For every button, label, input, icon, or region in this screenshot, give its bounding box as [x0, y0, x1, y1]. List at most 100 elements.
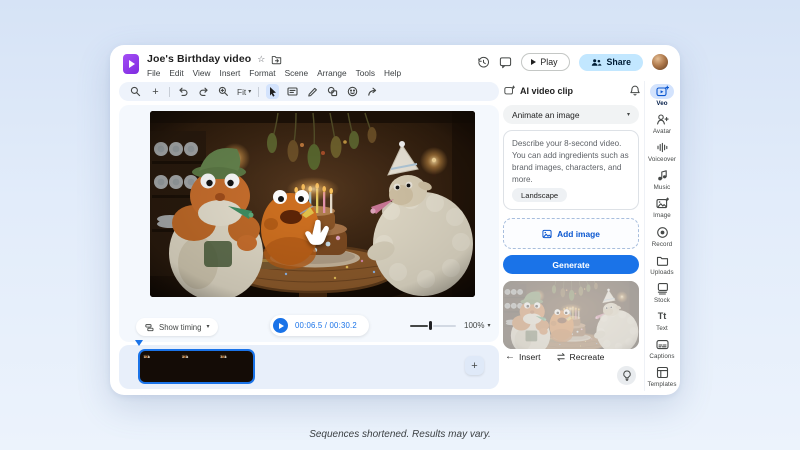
- move-folder-icon[interactable]: [271, 54, 282, 65]
- show-timing-label: Show timing: [159, 323, 201, 332]
- rail-item-templates[interactable]: Templates: [645, 363, 679, 391]
- zoom-slider[interactable]: [410, 321, 456, 330]
- undo-icon[interactable]: [177, 84, 190, 99]
- templates-icon: [656, 366, 669, 379]
- video-canvas[interactable]: [150, 111, 475, 297]
- recreate-button[interactable]: Recreate: [556, 352, 605, 362]
- account-avatar[interactable]: [652, 54, 668, 70]
- vids-app-icon[interactable]: [123, 54, 139, 74]
- insert-button[interactable]: ← Insert: [505, 352, 541, 362]
- record-icon: [656, 226, 669, 239]
- rail-label: Text: [656, 325, 668, 332]
- rail-item-record[interactable]: Record: [645, 222, 679, 250]
- zoom-tool-icon[interactable]: [217, 84, 230, 99]
- folder-icon: [656, 254, 669, 267]
- people-icon: [591, 58, 602, 67]
- chevron-down-icon: ▾: [627, 112, 630, 118]
- veo-video-icon: [656, 85, 669, 98]
- rail-label: Record: [652, 241, 673, 248]
- menu-insert[interactable]: Insert: [220, 68, 241, 78]
- vids-app-window: Joe's Birthday video ☆ File Edit View In…: [110, 45, 680, 395]
- playhead-marker[interactable]: [135, 340, 143, 346]
- document-title[interactable]: Joe's Birthday video: [147, 53, 251, 65]
- arrow-left-icon: ←: [505, 352, 515, 362]
- text-box-icon[interactable]: [286, 84, 299, 99]
- menu-help[interactable]: Help: [384, 68, 401, 78]
- rail-item-veo[interactable]: Veo: [645, 81, 679, 109]
- play-button[interactable]: Play: [521, 53, 569, 71]
- generated-preview[interactable]: [503, 281, 639, 349]
- image-icon: [542, 229, 552, 239]
- rail-item-avatar[interactable]: Avatar: [645, 109, 679, 137]
- rail-label: Avatar: [653, 128, 671, 135]
- zoom-level-select[interactable]: 100% ▾: [464, 321, 490, 330]
- prompt-input[interactable]: Describe your 8-second video. You can ad…: [503, 130, 639, 210]
- chevron-down-icon: ▾: [206, 324, 209, 330]
- redo-icon[interactable]: [197, 84, 210, 99]
- music-note-icon: [656, 169, 669, 182]
- toolbar-divider: [258, 87, 259, 97]
- menu-scene[interactable]: Scene: [285, 68, 309, 78]
- rail-label: Uploads: [650, 269, 673, 276]
- rail-item-voiceover[interactable]: Voiceover: [645, 137, 679, 165]
- chevron-down-icon: ▾: [487, 323, 490, 329]
- aspect-ratio-chip[interactable]: Landscape: [512, 188, 567, 202]
- music-icon-wrap: [650, 168, 674, 183]
- mode-dropdown[interactable]: Animate an image ▾: [503, 105, 639, 124]
- rail-item-stock[interactable]: Stock: [645, 278, 679, 306]
- cursor-arrow-icon: [268, 86, 278, 97]
- zoom-slider-handle[interactable]: [429, 321, 432, 330]
- stock-icon-wrap: [650, 281, 674, 296]
- image-mountain-icon: [656, 197, 669, 210]
- show-timing-select[interactable]: Show timing ▾: [136, 318, 218, 336]
- play-pause-button[interactable]: [273, 318, 288, 333]
- text-tool-icon: Tt: [658, 312, 667, 321]
- shapes-icon[interactable]: [326, 84, 339, 99]
- video-frame-image: [150, 111, 475, 297]
- emoji-icon[interactable]: [346, 84, 359, 99]
- timeline-zoom-control: 100% ▾: [410, 321, 490, 330]
- menu-view[interactable]: View: [193, 68, 211, 78]
- pen-tool-icon[interactable]: [306, 84, 319, 99]
- panel-header: AI video clip: [504, 83, 640, 98]
- version-history-icon[interactable]: [477, 56, 490, 69]
- share-button-label: Share: [607, 57, 631, 67]
- rail-item-music[interactable]: Music: [645, 166, 679, 194]
- star-icon[interactable]: ☆: [257, 55, 265, 64]
- disclaimer-caption: Sequences shortened. Results may vary.: [0, 429, 800, 440]
- menu-tools[interactable]: Tools: [356, 68, 375, 78]
- share-arrow-icon[interactable]: [366, 84, 379, 99]
- rail-item-image[interactable]: Image: [645, 194, 679, 222]
- panel-title: AI video clip: [520, 86, 573, 96]
- add-scene-button[interactable]: +: [465, 356, 484, 375]
- fit-label: Fit: [237, 87, 246, 97]
- result-actions-row: ← Insert Recreate: [505, 352, 604, 362]
- uploads-icon-wrap: [650, 253, 674, 268]
- avatar-icon-wrap: [650, 112, 674, 127]
- veo-icon-wrap: [650, 84, 674, 99]
- menu-edit[interactable]: Edit: [169, 68, 183, 78]
- zoom-slider-fill: [410, 325, 428, 327]
- menu-arrange[interactable]: Arrange: [317, 68, 347, 78]
- selected-clip-thumbnail[interactable]: [138, 349, 255, 384]
- rail-item-captions[interactable]: Captions: [645, 335, 679, 363]
- menu-file[interactable]: File: [147, 68, 160, 78]
- generate-button[interactable]: Generate: [503, 255, 639, 274]
- rail-item-text[interactable]: Tt Text: [645, 307, 679, 335]
- add-image-button[interactable]: Add image: [503, 218, 639, 249]
- tools-rail: Veo Avatar Voiceover Music Image Record: [644, 81, 679, 391]
- zoom-in-icon[interactable]: +: [149, 84, 162, 99]
- rail-label: Music: [654, 184, 671, 191]
- insert-label: Insert: [519, 352, 541, 362]
- comments-icon[interactable]: [499, 56, 512, 69]
- select-tool-icon[interactable]: [266, 84, 279, 99]
- fit-zoom-select[interactable]: Fit ▾: [237, 87, 251, 97]
- rail-item-uploads[interactable]: Uploads: [645, 250, 679, 278]
- image-icon-wrap: [650, 196, 674, 211]
- idea-lightbulb-button[interactable]: [617, 366, 636, 385]
- notifications-bell-icon[interactable]: [630, 85, 640, 96]
- search-icon[interactable]: [129, 84, 142, 99]
- share-button[interactable]: Share: [579, 54, 643, 71]
- menu-format[interactable]: Format: [249, 68, 275, 78]
- rail-label: Stock: [654, 297, 670, 304]
